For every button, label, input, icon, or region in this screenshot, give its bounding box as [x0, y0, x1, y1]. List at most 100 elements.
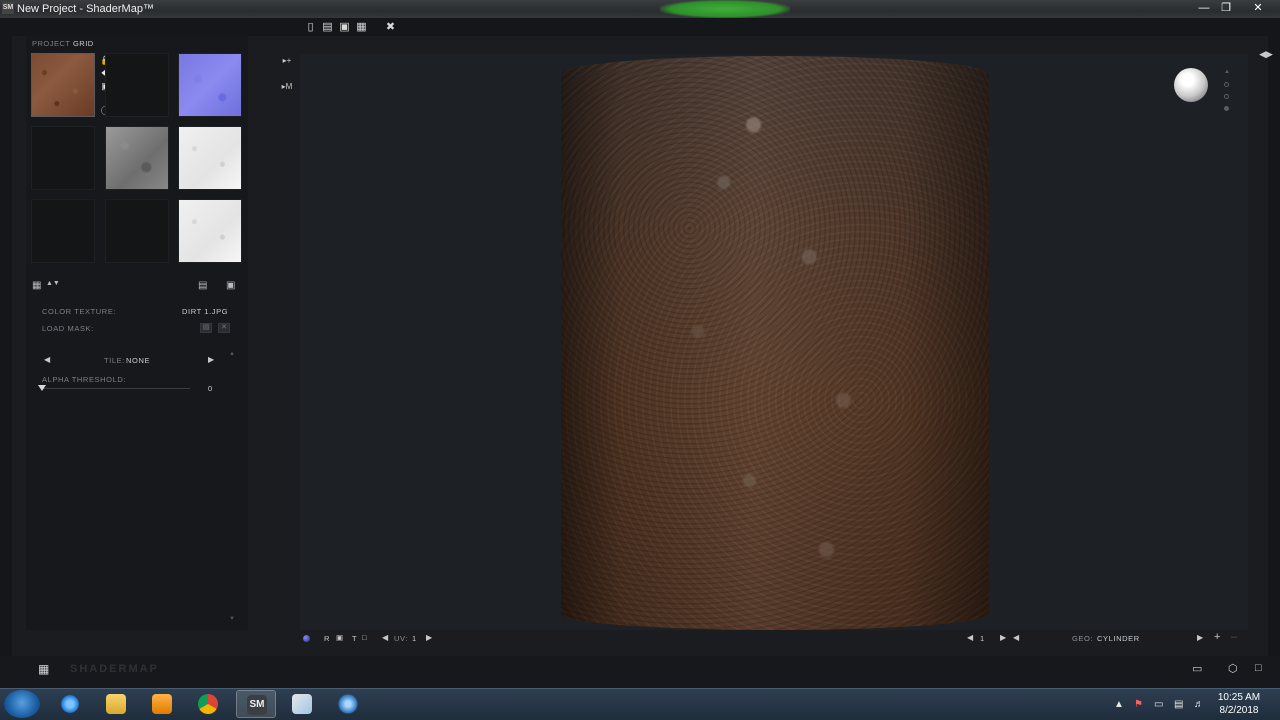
app-icon[interactable]: SM	[2, 2, 14, 14]
alpha-threshold-value: 0	[208, 384, 213, 393]
load-mask-label: LOAD MASK:	[42, 324, 94, 333]
tray-expand-icon[interactable]: ▲	[1114, 699, 1124, 710]
chrome-app[interactable]	[188, 690, 228, 718]
clear-mask-button[interactable]: ✕	[218, 323, 230, 333]
light-mode-icon[interactable]: ▸M	[280, 82, 294, 96]
gizmo-option-dot[interactable]	[1224, 106, 1229, 111]
main-toolbar: ▯ ▤ ▣ ▦ ✖	[304, 21, 397, 35]
uv-prev-arrow[interactable]: ◀	[382, 633, 389, 642]
grid-tools: ▦ ▲▼ ▤ ▣	[32, 280, 244, 294]
media-player-icon	[152, 694, 172, 714]
geo-label: GEO:	[1072, 634, 1094, 643]
open-texture-icon[interactable]: ▤	[198, 280, 207, 291]
scroll-up-icon[interactable]: ▲	[229, 351, 235, 357]
new-file-icon[interactable]: ▯	[304, 21, 317, 33]
close-icon[interactable]: ✕	[1250, 2, 1266, 15]
tray-volume-icon[interactable]: ♬	[1194, 699, 1204, 710]
color-texture-value[interactable]: DIRT 1.JPG	[182, 307, 228, 316]
material-ball-icon[interactable]	[303, 635, 310, 642]
texture-slot-color[interactable]	[31, 53, 95, 117]
geo-next-arrow[interactable]: ▶	[1197, 633, 1204, 642]
paint-app[interactable]	[282, 690, 322, 718]
light-gizmo-sphere[interactable]	[1174, 68, 1208, 102]
geo-value: CYLINDER	[1097, 634, 1140, 643]
tray-device-icon[interactable]: ▭	[1154, 699, 1163, 710]
clock-time: 10:25 AM	[1217, 692, 1261, 703]
chrome-icon	[198, 694, 218, 714]
sort-icon[interactable]: ▲▼	[46, 280, 60, 287]
viewport-status-row: R ▣ T □ ◀ UV: 1 ▶ ◀ 1 ▶ ◀ GEO: CYLINDER …	[300, 631, 1248, 646]
3d-cube-icon[interactable]: ⬡	[1228, 662, 1238, 675]
shadermap-app[interactable]: SM	[236, 690, 276, 718]
tray-flag-icon[interactable]: ⚑	[1134, 699, 1143, 710]
taskbar-clock[interactable]: 10:25 AM 8/2/2018	[1214, 691, 1264, 717]
page-prev-arrow[interactable]: ◀	[967, 633, 974, 642]
zoom-out-icon[interactable]: –	[1231, 631, 1238, 643]
start-button[interactable]	[4, 690, 40, 718]
minimize-icon[interactable]: —	[1196, 2, 1212, 15]
main-grid-icon[interactable]: ▦	[38, 662, 49, 676]
title-bar: SM New Project - ShaderMap™ — ❐ ✕	[0, 0, 1280, 18]
tray-network-icon[interactable]: ▤	[1174, 699, 1183, 710]
grid-view-icon[interactable]: ▦	[32, 280, 41, 291]
uv-value: 1	[412, 634, 417, 643]
uv-next-arrow[interactable]: ▶	[426, 633, 433, 642]
geo-prev-arrow[interactable]: ◀	[1013, 633, 1020, 642]
tile-label: TILE:	[104, 356, 125, 365]
color-texture-label: COLOR TEXTURE:	[42, 307, 117, 316]
viewport-side-tools: ▸+ ▸M	[280, 56, 298, 96]
media-player-app[interactable]	[142, 690, 182, 718]
save-icon[interactable]: ▣	[338, 21, 351, 33]
add-light-icon[interactable]: ▸+	[280, 56, 294, 70]
render-box-icon[interactable]: ▣	[336, 633, 344, 642]
render-letter-r[interactable]: R	[324, 634, 330, 643]
texture-slot-empty[interactable]	[31, 199, 95, 263]
texture-slot-ambient-occlusion[interactable]	[178, 126, 242, 190]
tile-prev-arrow[interactable]: ◀	[44, 355, 50, 364]
page-value: 1	[980, 634, 985, 643]
internet-explorer-app[interactable]	[50, 690, 90, 718]
open-folder-icon[interactable]: ▤	[321, 21, 334, 33]
texture-slot-displacement[interactable]	[105, 126, 169, 190]
save-texture-icon[interactable]: ▣	[226, 280, 235, 291]
zoom-in-icon[interactable]: +	[1214, 631, 1221, 643]
gizmo-option-dot[interactable]	[1224, 82, 1229, 87]
brand-wordmark: SHADERMAP	[70, 663, 159, 675]
project-label-value: GRID	[72, 39, 94, 48]
texture-slot-normal[interactable]	[178, 53, 242, 117]
uv-label: UV:	[394, 634, 409, 643]
internet-explorer-icon	[60, 694, 80, 714]
alpha-threshold-knob[interactable]	[38, 385, 46, 391]
tile-value: NONE	[126, 356, 151, 365]
network-globe-icon	[338, 694, 358, 714]
save-as-icon[interactable]: ▦	[355, 21, 368, 33]
tiling-box-icon[interactable]: □	[362, 633, 367, 642]
alpha-threshold-label: ALPHA THRESHOLD:	[42, 375, 127, 384]
texture-slot-empty[interactable]	[105, 53, 169, 117]
alpha-threshold-slider[interactable]	[42, 388, 190, 389]
fullscreen-icon[interactable]: □	[1255, 662, 1262, 674]
network-app[interactable]	[328, 690, 368, 718]
file-explorer-app[interactable]	[96, 690, 136, 718]
settings-tools-icon[interactable]: ✖	[384, 21, 397, 33]
preview-cylinder[interactable]	[561, 56, 989, 630]
project-label-prefix: PROJECT	[32, 39, 71, 48]
gizmo-up-icon[interactable]: ▲	[1224, 69, 1230, 75]
texture-slot-specular[interactable]	[178, 199, 242, 263]
scroll-down-icon[interactable]: ▼	[229, 616, 235, 622]
window-title: New Project - ShaderMap™	[17, 3, 154, 15]
maximize-icon[interactable]: ❐	[1218, 2, 1234, 15]
folder-icon	[106, 694, 126, 714]
render-letter-t[interactable]: T	[352, 634, 357, 643]
expand-panel-icon[interactable]: ◀▶	[1258, 49, 1274, 61]
project-grid-label: PROJECT GRID	[32, 39, 94, 48]
layout-window-icon[interactable]: ▭	[1192, 662, 1202, 675]
cylinder-shading	[561, 56, 989, 630]
load-mask-button[interactable]: ▤	[200, 323, 212, 333]
texture-slot-empty[interactable]	[31, 126, 95, 190]
background-window-fragment	[660, 0, 790, 18]
tile-next-arrow[interactable]: ▶	[208, 355, 214, 364]
gizmo-option-dot[interactable]	[1224, 94, 1229, 99]
page-next-arrow[interactable]: ▶	[1000, 633, 1007, 642]
texture-slot-empty[interactable]	[105, 199, 169, 263]
